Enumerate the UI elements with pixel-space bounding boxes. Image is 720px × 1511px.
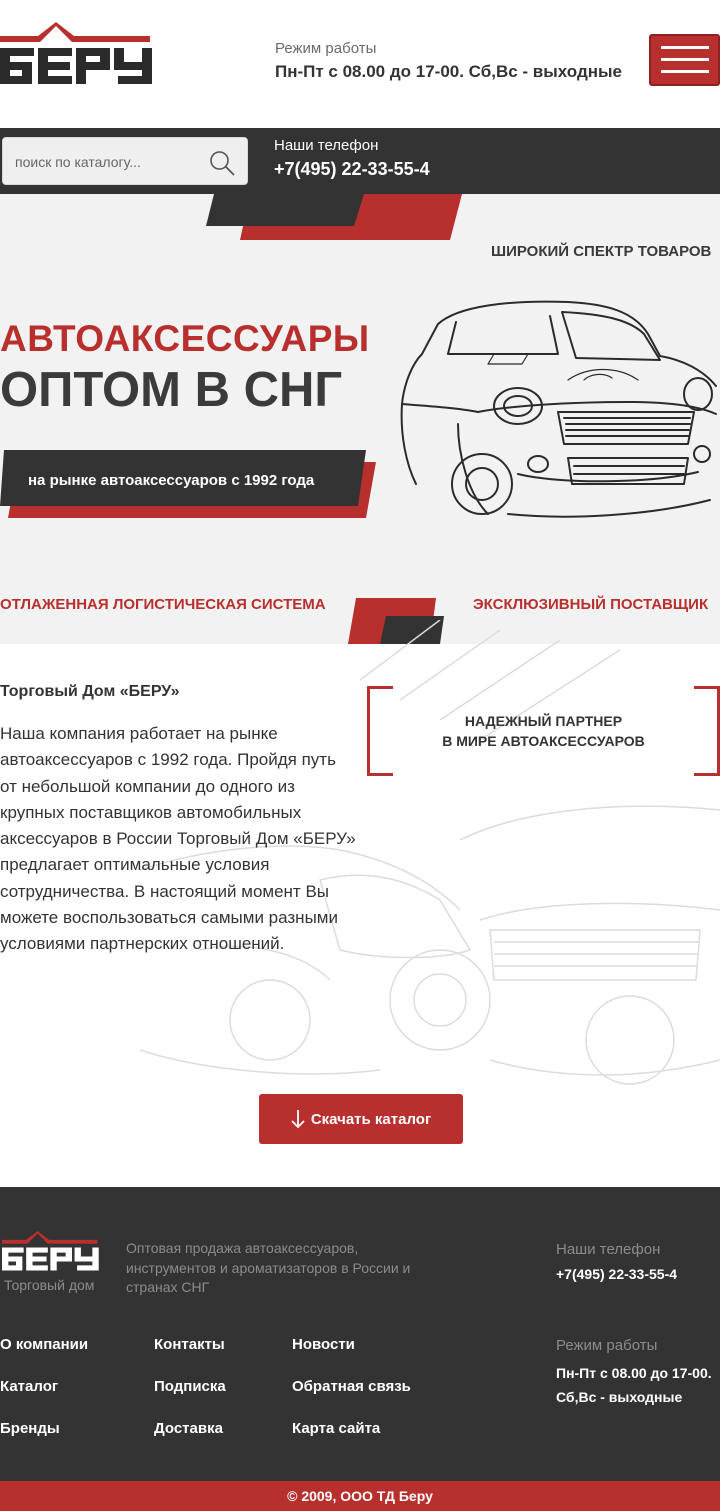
footer-logo-subtitle: Торговый дом [4,1277,95,1293]
footer-link-delivery[interactable]: Доставка [154,1420,223,1437]
decorative-stripes [206,194,462,240]
hamburger-icon [661,46,709,49]
about-description: Наша компания работает на рынке автоаксе… [0,724,356,954]
footer-link-news[interactable]: Новости [292,1336,355,1353]
work-hours-label: Режим работы [275,40,377,57]
footer-phone[interactable]: +7(495) 22-33-55-4 [556,1266,677,1282]
hamburger-icon-line [661,70,709,73]
footer-link-sitemap[interactable]: Карта сайта [292,1420,380,1437]
footer-hours-label: Режим работы [556,1337,658,1354]
footer-phone-label: Наши телефон [556,1241,661,1258]
phone-label: Наши телефон [274,137,379,154]
feature-logistics: ОТЛАЖЕННАЯ ЛОГИСТИЧЕСКАЯ СИСТЕМА [0,596,326,613]
work-hours-value: Пн-Пт с 08.00 до 17-00. Сб,Вс - выходные [275,62,622,81]
footer-description: Оптовая продажа автоаксессуаров, инструм… [126,1240,411,1295]
hero-title-wholesale: ОПТОМ В СНГ [0,363,343,417]
partner-line-2: В МИРЕ АВТОАКСЕССУАРОВ [442,733,645,749]
footer-link-contacts[interactable]: Контакты [154,1336,225,1353]
partner-callout: НАДЕЖНЫЙ ПАРТНЕР В МИРЕ АВТОАКСЕССУАРОВ [367,686,720,776]
car-sketch-illustration [400,300,717,518]
arrow-down-icon [291,1110,305,1129]
beru-logo[interactable] [0,22,154,88]
footer-link-subscribe[interactable]: Подписка [154,1378,226,1395]
feature-exclusive: ЭКСКЛЮЗИВНЫЙ ПОСТАВЩИК [473,596,709,613]
hero-title-accessories: АВТОАКСЕССУАРЫ [0,318,370,359]
footer-link-about[interactable]: О компании [0,1336,88,1353]
footer-link-catalog[interactable]: Каталог [0,1378,58,1395]
bracket-left [367,686,393,776]
footer-link-brands[interactable]: Бренды [0,1420,60,1437]
search-icon[interactable] [209,150,235,176]
footer-logo[interactable] [2,1231,100,1273]
partner-line-1: НАДЕЖНЫЙ ПАРТНЕР [464,713,623,729]
site-footer: Торговый дом Оптовая продажа автоаксессу… [0,1187,720,1481]
footer-link-feedback[interactable]: Обратная связь [292,1378,411,1395]
tagline-wide-range: ШИРОКИЙ СПЕКТР ТОВАРОВ [491,243,712,260]
search-input[interactable] [15,150,195,174]
about-title: Торговый Дом «БЕРУ» [0,683,180,700]
since-badge: на рынке автоаксессуаров с 1992 года [0,450,380,520]
hamburger-icon-line [661,58,709,61]
search-box [2,137,248,185]
footer-hours: Пн-Пт с 08.00 до 17-00. Сб,Вс - выходные [556,1365,712,1405]
copyright-bar: © 2009, ООО ТД Беру [0,1481,720,1511]
hero-banner: ШИРОКИЙ СПЕКТР ТОВАРОВ АВТОАКСЕССУАРЫ ОП… [0,194,720,644]
download-catalog-label: Скачать каталог [310,1110,432,1128]
site-header: Режим работы Пн-Пт с 08.00 до 17-00. Сб,… [0,0,720,128]
since-text: на рынке автоаксессуаров с 1992 года [28,472,315,489]
search-phone-bar: Наши телефон +7(495) 22-33-55-4 [0,128,720,194]
download-catalog-button[interactable]: Скачать каталог [259,1094,463,1144]
bracket-right [694,686,720,776]
menu-button[interactable] [649,34,720,86]
phone-number[interactable]: +7(495) 22-33-55-4 [274,159,430,180]
